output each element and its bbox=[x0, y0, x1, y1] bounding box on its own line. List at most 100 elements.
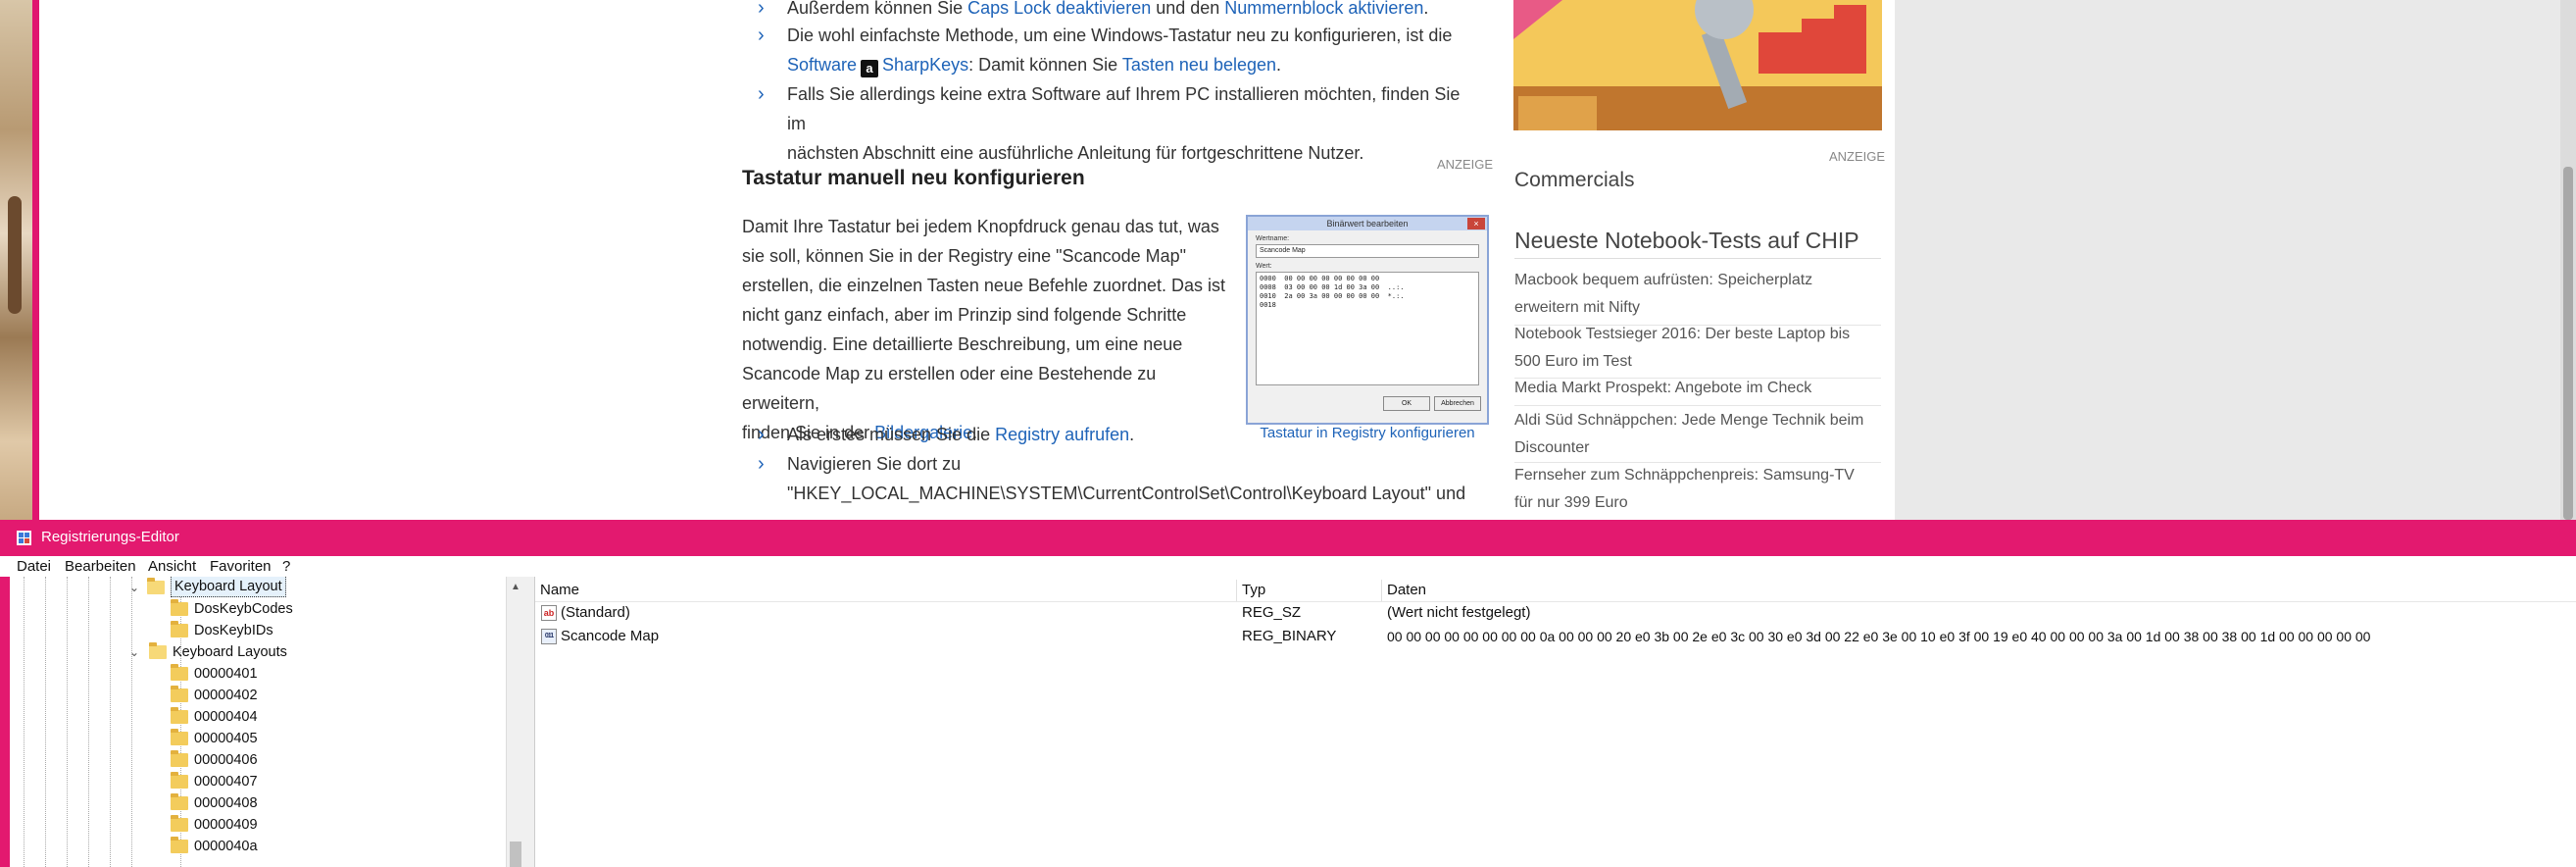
remap-keys-link[interactable]: Tasten neu belegen bbox=[1122, 55, 1276, 75]
menu-file[interactable]: Datei bbox=[17, 558, 51, 575]
bullet-text: "HKEY_LOCAL_MACHINE\SYSTEM\CurrentContro… bbox=[787, 484, 1466, 503]
dialog-title: Binärwert bearbeiten × bbox=[1248, 217, 1487, 230]
menu-edit[interactable]: Bearbeiten bbox=[65, 558, 136, 575]
amazon-icon[interactable]: a bbox=[861, 60, 879, 77]
list-row[interactable]: 011 Scancode Map REG_BINARY 00 00 00 00 … bbox=[535, 625, 2576, 648]
sharpkeys-link[interactable]: SharpKeys bbox=[882, 55, 968, 75]
bullet-text: Als erstes müssen Sie die bbox=[787, 425, 996, 444]
tree-node-label[interactable]: 00000401 bbox=[194, 663, 258, 685]
tree-node-label[interactable]: 00000409 bbox=[194, 814, 258, 836]
page-right-margin bbox=[1895, 0, 2576, 520]
tree-node-label[interactable]: 00000407 bbox=[194, 771, 258, 792]
tree-node-label[interactable]: 00000408 bbox=[194, 792, 258, 814]
page-accent-bar bbox=[32, 0, 39, 520]
bullet-text: Navigieren Sie dort zu bbox=[787, 454, 962, 474]
value-data: 00 00 00 00 00 00 00 00 0a 00 00 00 20 e… bbox=[1387, 629, 2371, 644]
binary-value-icon: 011 bbox=[541, 629, 557, 644]
registry-editor-window: Registrierungs-Editor Datei Bearbeiten A… bbox=[0, 520, 2576, 867]
news-text: erweitern mit Nifty bbox=[1514, 299, 1641, 316]
tree-guide bbox=[67, 577, 68, 867]
column-header-name[interactable]: Name bbox=[535, 580, 1237, 601]
menu-view[interactable]: Ansicht bbox=[148, 558, 196, 575]
teaser-illustration[interactable] bbox=[1513, 0, 1882, 130]
expand-chevron-icon[interactable]: ⌄ bbox=[127, 641, 141, 663]
caps-lock-link[interactable]: Caps Lock deaktivieren bbox=[967, 0, 1151, 18]
column-header-type[interactable]: Typ bbox=[1237, 580, 1382, 601]
open-registry-link[interactable]: Registry aufrufen bbox=[995, 425, 1129, 444]
value-name: Scancode Map bbox=[561, 628, 660, 644]
value-type: REG_BINARY bbox=[1242, 628, 1337, 644]
news-text: Fernseher zum Schnäppchenpreis: Samsung-… bbox=[1514, 467, 1855, 484]
folder-icon bbox=[171, 664, 188, 681]
value-name-field: Scancode Map bbox=[1256, 244, 1479, 258]
notebook-news-link[interactable]: Media Markt Prospekt: Angebote im Check bbox=[1514, 375, 1881, 402]
tree-node-label[interactable]: DosKeybCodes bbox=[194, 598, 293, 620]
bullet-text: Außerdem können Sie bbox=[787, 0, 968, 18]
tree-guide bbox=[88, 577, 89, 867]
ad-label: ANZEIGE bbox=[1829, 149, 1886, 164]
window-border bbox=[0, 577, 10, 867]
tree-scrollbar-thumb[interactable] bbox=[510, 842, 521, 867]
numpad-link[interactable]: Nummernblock aktivieren bbox=[1224, 0, 1423, 18]
window-titlebar[interactable]: Registrierungs-Editor bbox=[0, 520, 2576, 556]
folder-icon bbox=[171, 621, 188, 638]
value-data-label: Wert: bbox=[1256, 263, 1272, 270]
tree-node-label[interactable]: 00000404 bbox=[194, 706, 258, 728]
folder-icon bbox=[171, 686, 188, 702]
folder-icon bbox=[171, 599, 188, 616]
bullet-text: Die wohl einfachste Methode, um eine Win… bbox=[787, 26, 1453, 45]
folder-icon bbox=[171, 837, 188, 853]
page-scrollbar-thumb[interactable] bbox=[2563, 167, 2573, 520]
tree-node-label[interactable]: 00000405 bbox=[194, 728, 258, 749]
folder-open-icon bbox=[149, 642, 167, 659]
background-photo-strip bbox=[0, 0, 32, 520]
browser-page: › Außerdem können Sie Caps Lock deaktivi… bbox=[0, 0, 2576, 520]
window-title: Registrierungs-Editor bbox=[41, 529, 179, 545]
tree-node-label[interactable]: Keyboard Layouts bbox=[173, 641, 287, 663]
news-text: Macbook bequem aufrüsten: Speicherplatz bbox=[1514, 272, 1813, 288]
notebook-news-link[interactable]: Fernseher zum Schnäppchenpreis: Samsung-… bbox=[1514, 462, 1881, 517]
list-item: › Navigieren Sie dort zu "HKEY_LOCAL_MACH… bbox=[758, 449, 1483, 508]
value-name-label: Wertname: bbox=[1256, 235, 1290, 242]
notebook-news-link[interactable]: Aldi Süd Schnäppchen: Jede Menge Technik… bbox=[1514, 407, 1881, 462]
folder-icon bbox=[171, 750, 188, 767]
tree-node-label[interactable]: 00000402 bbox=[194, 685, 258, 706]
divider bbox=[1514, 405, 1881, 406]
section-heading: Tastatur manuell neu konfigurieren bbox=[742, 167, 1085, 189]
notebook-news-link[interactable]: Macbook bequem aufrüsten: Speicherplatz e… bbox=[1514, 267, 1881, 322]
paragraph-line: Damit Ihre Tastatur bei jedem Knopfdruck… bbox=[742, 217, 1219, 236]
folder-icon bbox=[171, 707, 188, 724]
folder-icon bbox=[171, 815, 188, 832]
list-item: › Außerdem können Sie Caps Lock deaktivi… bbox=[758, 0, 1483, 23]
hex-dump: 0000 00 00 00 00 00 00 00 00 0008 03 00 … bbox=[1256, 272, 1479, 385]
software-link[interactable]: Software bbox=[787, 55, 857, 75]
article-paragraph: Damit Ihre Tastatur bei jedem Knopfdruck… bbox=[742, 212, 1232, 447]
news-text: Media Markt Prospekt: Angebote im Check bbox=[1514, 380, 1812, 396]
illustration-shape bbox=[1513, 0, 1562, 39]
tree-node-label[interactable]: 00000406 bbox=[194, 749, 258, 771]
folder-open-icon bbox=[147, 578, 165, 594]
article-image[interactable]: Binärwert bearbeiten × Wertname: Scancod… bbox=[1246, 215, 1489, 450]
pane-splitter[interactable] bbox=[523, 577, 535, 867]
illustration-shape bbox=[1759, 5, 1866, 74]
notebook-news-link[interactable]: Notebook Testsieger 2016: Der beste Lapt… bbox=[1514, 321, 1881, 376]
illustration-shape bbox=[1518, 96, 1597, 130]
tree-node-label[interactable]: DosKeybIDs bbox=[194, 620, 273, 641]
paragraph-line: sie soll, können Sie in der Registry ein… bbox=[742, 246, 1187, 266]
tree-guide bbox=[45, 577, 46, 867]
list-row[interactable]: ab (Standard) REG_SZ (Wert nicht festgel… bbox=[535, 601, 2576, 625]
dialog-screenshot: Binärwert bearbeiten × Wertname: Scancod… bbox=[1246, 215, 1489, 425]
menu-help[interactable]: ? bbox=[282, 558, 290, 575]
ad-label: ANZEIGE bbox=[1437, 157, 1494, 172]
menu-favorites[interactable]: Favoriten bbox=[210, 558, 272, 575]
tree-node-label[interactable]: 0000040a bbox=[194, 836, 258, 857]
column-header-data[interactable]: Daten bbox=[1382, 580, 2576, 601]
tree-scrollbar[interactable]: ▲ bbox=[506, 577, 524, 867]
expand-chevron-icon[interactable]: ⌄ bbox=[127, 577, 141, 598]
tree-node-label[interactable]: Keyboard Layout bbox=[171, 577, 286, 597]
scroll-up-icon[interactable]: ▲ bbox=[507, 580, 524, 595]
values-list[interactable]: Name Typ Daten ab (Standard) REG_SZ (Wer… bbox=[535, 577, 2576, 867]
value-data: (Wert nicht festgelegt) bbox=[1387, 604, 1531, 621]
registry-tree[interactable]: ⌄ Keyboard Layout DosKeybCodes DosKeybID… bbox=[10, 577, 506, 867]
cancel-button: Abbrechen bbox=[1434, 396, 1481, 411]
